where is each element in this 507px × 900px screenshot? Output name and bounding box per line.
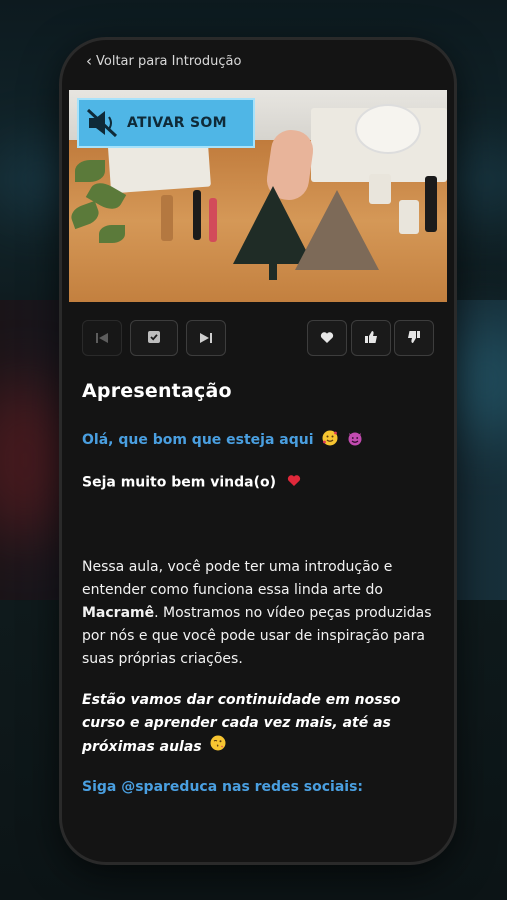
video-scene-plate xyxy=(355,104,421,154)
description-part-1: Nessa aula, você pode ter uma introdução… xyxy=(82,559,393,598)
closing-line: Estão vamos dar continuidade em nosso cu… xyxy=(82,689,437,759)
video-scene-macrame-tree-trunk xyxy=(269,262,277,280)
thumbs-down-icon xyxy=(407,329,421,348)
video-scene-tassel xyxy=(369,174,391,204)
checkbox-icon xyxy=(147,329,161,348)
video-scene-tassel xyxy=(193,190,201,240)
video-scene-tassel xyxy=(209,198,217,242)
smiling-hearts-emoji-icon xyxy=(322,430,338,450)
back-link[interactable]: ‹ Voltar para Introdução xyxy=(86,52,242,70)
activate-sound-label: ATIVAR SOM xyxy=(127,115,227,131)
next-lesson-button[interactable] xyxy=(186,320,226,356)
video-scene-plant xyxy=(75,160,105,182)
lesson-content: Apresentação Olá, que bom que esteja aqu… xyxy=(82,380,437,795)
kissing-face-emoji-icon xyxy=(210,735,226,759)
video-scene-plant xyxy=(99,225,125,243)
welcome-line: Seja muito bem vinda(o) xyxy=(82,474,437,491)
description-highlight: Macramê xyxy=(82,605,155,621)
phone-frame: ‹ Voltar para Introdução ATIVAR SOM Apre… xyxy=(62,40,454,862)
smiling-devil-emoji-icon xyxy=(347,430,363,450)
dislike-button[interactable] xyxy=(394,320,434,356)
mark-complete-button[interactable] xyxy=(130,320,178,356)
muted-speaker-icon xyxy=(79,108,127,138)
video-player[interactable]: ATIVAR SOM xyxy=(69,90,447,302)
welcome-text: Seja muito bem vinda(o) xyxy=(82,474,276,491)
video-scene-macrame-tree-light xyxy=(295,190,379,270)
heart-icon xyxy=(320,329,334,348)
back-link-label: Voltar para Introdução xyxy=(96,54,242,69)
skip-back-icon xyxy=(95,329,109,348)
greeting-line: Olá, que bom que esteja aqui xyxy=(82,430,437,450)
red-heart-icon xyxy=(287,474,301,491)
previous-lesson-button[interactable] xyxy=(82,320,122,356)
closing-text: Estão vamos dar continuidade em nosso cu… xyxy=(82,692,401,755)
favorite-button[interactable] xyxy=(307,320,347,356)
chevron-left-icon: ‹ xyxy=(86,52,92,70)
video-scene-tassel xyxy=(399,200,419,234)
like-button[interactable] xyxy=(351,320,391,356)
lesson-title: Apresentação xyxy=(82,380,232,402)
thumbs-up-icon xyxy=(364,329,378,348)
activate-sound-button[interactable]: ATIVAR SOM xyxy=(77,98,255,148)
follow-social-text: Siga @spareduca nas redes sociais: xyxy=(82,779,364,795)
video-scene-tassel xyxy=(425,176,437,232)
video-scene-tassel xyxy=(161,195,173,241)
greeting-text: Olá, que bom que esteja aqui xyxy=(82,432,314,448)
lesson-description: Nessa aula, você pode ter uma introdução… xyxy=(82,556,437,671)
skip-forward-icon xyxy=(199,329,213,348)
